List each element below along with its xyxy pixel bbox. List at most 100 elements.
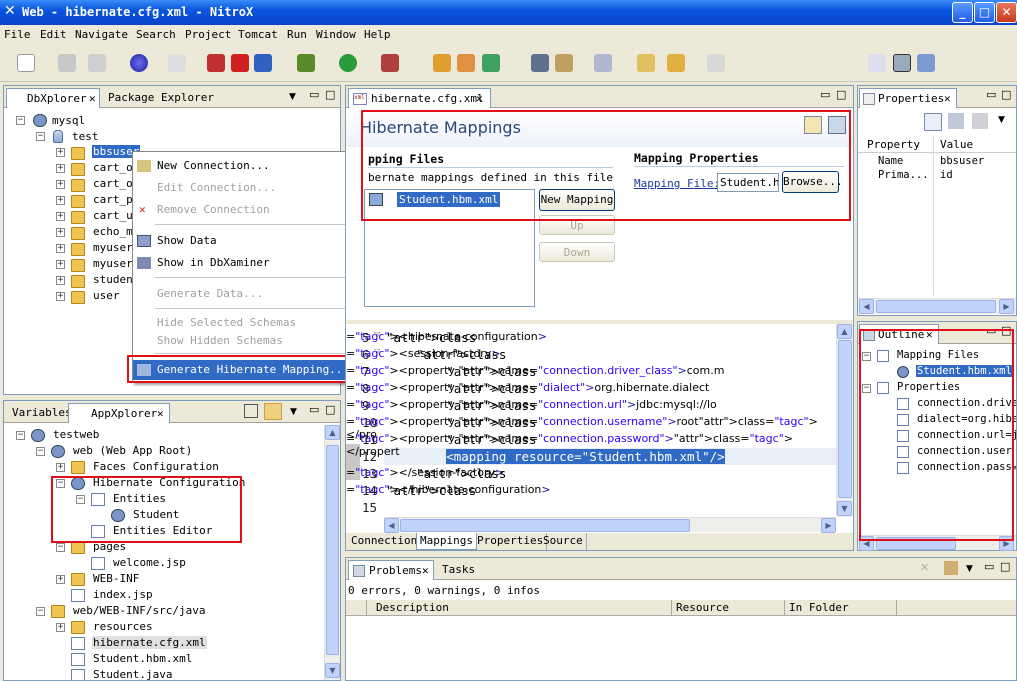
maximize-panel-icon[interactable]: □: [836, 88, 846, 101]
menu-help[interactable]: Help: [364, 28, 391, 41]
close-tab-icon[interactable]: ✕: [422, 564, 429, 577]
link-editor-icon[interactable]: [264, 403, 282, 420]
toggle-icon[interactable]: [594, 54, 612, 72]
filter-icon[interactable]: [944, 561, 958, 575]
collapse-all-icon[interactable]: [244, 404, 258, 418]
new-icon[interactable]: [17, 54, 35, 72]
run-icon[interactable]: [339, 54, 357, 72]
window-title: Web - hibernate.cfg.xml - NitroX: [22, 5, 254, 19]
app-tree-scrollbar[interactable]: ▲ ▼: [324, 425, 340, 680]
menu-show-in-dbxaminer[interactable]: Show in DbXaminer: [133, 253, 369, 273]
cut-icon[interactable]: [168, 54, 186, 72]
menu-navigate[interactable]: Navigate: [75, 28, 128, 41]
db-connect-icon[interactable]: [207, 54, 225, 72]
menu-file[interactable]: File: [4, 28, 31, 41]
tab-connection[interactable]: Connection: [348, 533, 422, 550]
minimize-panel-icon[interactable]: ▭: [986, 88, 996, 101]
tab-package-explorer[interactable]: Package Explorer: [102, 88, 220, 108]
tab-properties[interactable]: Properties: [474, 533, 548, 550]
categories-icon[interactable]: [924, 113, 942, 131]
maximize-panel-icon[interactable]: □: [325, 403, 335, 416]
code-editor[interactable]: 5 ▽ "attr">class ="tagc"><hibernate-config…: [346, 324, 836, 517]
menu-show-data[interactable]: Show Data: [133, 231, 369, 251]
new-project-icon[interactable]: [433, 54, 451, 72]
maximize-panel-icon[interactable]: □: [1000, 560, 1010, 573]
perspective-java-icon[interactable]: [917, 54, 935, 72]
close-button[interactable]: ✕: [996, 2, 1017, 23]
problems-table-header: Description Resource In Folder: [346, 600, 1016, 616]
xml-file-icon: xml: [353, 93, 367, 105]
tab-mappings[interactable]: Mappings: [416, 533, 477, 550]
file-icon: [71, 653, 85, 666]
problems-icon: [353, 565, 365, 577]
sphere-icon[interactable]: [130, 54, 148, 72]
db-disconnect-icon[interactable]: [231, 54, 249, 72]
debug-icon[interactable]: [297, 54, 315, 72]
menu-tomcat[interactable]: Tomcat: [238, 28, 278, 41]
print-icon[interactable]: [88, 54, 106, 72]
menu-window[interactable]: Window: [316, 28, 356, 41]
close-tab-icon[interactable]: ✕: [157, 407, 164, 420]
properties-tabbar: Properties ✕ ▭ □: [858, 86, 1016, 108]
restore-default-icon[interactable]: [972, 113, 988, 129]
db-refresh-icon[interactable]: [254, 54, 272, 72]
code-line: 6 ▽ "attr">class ="tagc"><session-factory>: [346, 347, 507, 362]
minimize-panel-icon[interactable]: ▭: [984, 560, 994, 573]
new-class-icon[interactable]: [457, 54, 475, 72]
minimize-panel-icon[interactable]: ▭: [309, 88, 319, 101]
open-type-icon[interactable]: [531, 54, 549, 72]
back-icon[interactable]: [667, 54, 685, 72]
folder-icon: [71, 573, 85, 586]
annotation-icon[interactable]: [637, 54, 655, 72]
external-tools-icon[interactable]: [381, 54, 399, 72]
panel-menu-icon[interactable]: ▼: [290, 407, 297, 417]
minimize-panel-icon[interactable]: ▭: [820, 88, 830, 101]
menu-generate-data: Generate Data...: [157, 287, 263, 300]
code-scrollbar-v[interactable]: ▲ ▼: [836, 324, 853, 517]
close-tab-icon[interactable]: ✕: [944, 92, 951, 105]
tab-variables[interactable]: Variables: [6, 403, 78, 423]
panel-menu-icon[interactable]: ▼: [289, 92, 296, 102]
code-line: 14 "attr">class ="tagc"></hibernate-confi…: [346, 483, 551, 498]
menu-edit[interactable]: Edit: [40, 28, 67, 41]
prop-col-property: Property: [867, 138, 920, 151]
close-tab-icon[interactable]: ✕: [476, 92, 483, 105]
tab-appxplorer[interactable]: AppXplorer ✕: [68, 403, 170, 423]
maximize-panel-icon[interactable]: □: [1001, 88, 1011, 101]
tab-source[interactable]: Source: [540, 533, 587, 550]
close-tab-icon[interactable]: ✕: [89, 92, 96, 105]
tab-dbxplorer[interactable]: DbXplorer ✕: [6, 88, 100, 108]
tab-tasks[interactable]: Tasks: [436, 560, 481, 580]
folder-icon: [71, 227, 85, 240]
code-scrollbar-h[interactable]: ◀ ▶: [384, 517, 836, 533]
forward-icon[interactable]: [707, 54, 725, 72]
gear-icon: [51, 445, 65, 458]
maximize-button[interactable]: □: [974, 2, 995, 23]
col-resource[interactable]: Resource: [676, 601, 729, 614]
menu-project[interactable]: Project: [185, 28, 231, 41]
properties-scrollbar[interactable]: ◀ ▶: [858, 298, 1016, 314]
minimize-button[interactable]: _: [952, 2, 973, 23]
panel-menu-icon[interactable]: ▼: [998, 115, 1005, 125]
context-menu: New Connection... Edit Connection... ✕ Re…: [132, 151, 370, 383]
delete-icon[interactable]: ✕: [920, 561, 929, 574]
search-icon[interactable]: [555, 54, 573, 72]
maximize-panel-icon[interactable]: □: [325, 88, 335, 101]
filter-icon[interactable]: [948, 113, 964, 129]
col-in-folder[interactable]: In Folder: [789, 601, 849, 614]
file-icon: [71, 669, 85, 680]
perspective-open-icon[interactable]: [868, 54, 886, 72]
perspective-nitrox-icon[interactable]: [893, 54, 911, 72]
col-description[interactable]: Description: [376, 601, 449, 614]
menu-run[interactable]: Run: [287, 28, 307, 41]
folder-icon: [71, 259, 85, 272]
save-icon[interactable]: [58, 54, 76, 72]
menu-new-connection[interactable]: New Connection...: [133, 156, 369, 176]
tab-properties[interactable]: Properties ✕: [859, 88, 957, 108]
tab-problems[interactable]: Problems ✕: [348, 560, 434, 580]
panel-menu-icon[interactable]: ▼: [966, 564, 973, 574]
refresh-icon[interactable]: [482, 54, 500, 72]
menu-search[interactable]: Search: [136, 28, 176, 41]
tab-hibernate-cfg[interactable]: xml hibernate.cfg.xml ✕: [348, 88, 491, 108]
minimize-panel-icon[interactable]: ▭: [309, 403, 319, 416]
